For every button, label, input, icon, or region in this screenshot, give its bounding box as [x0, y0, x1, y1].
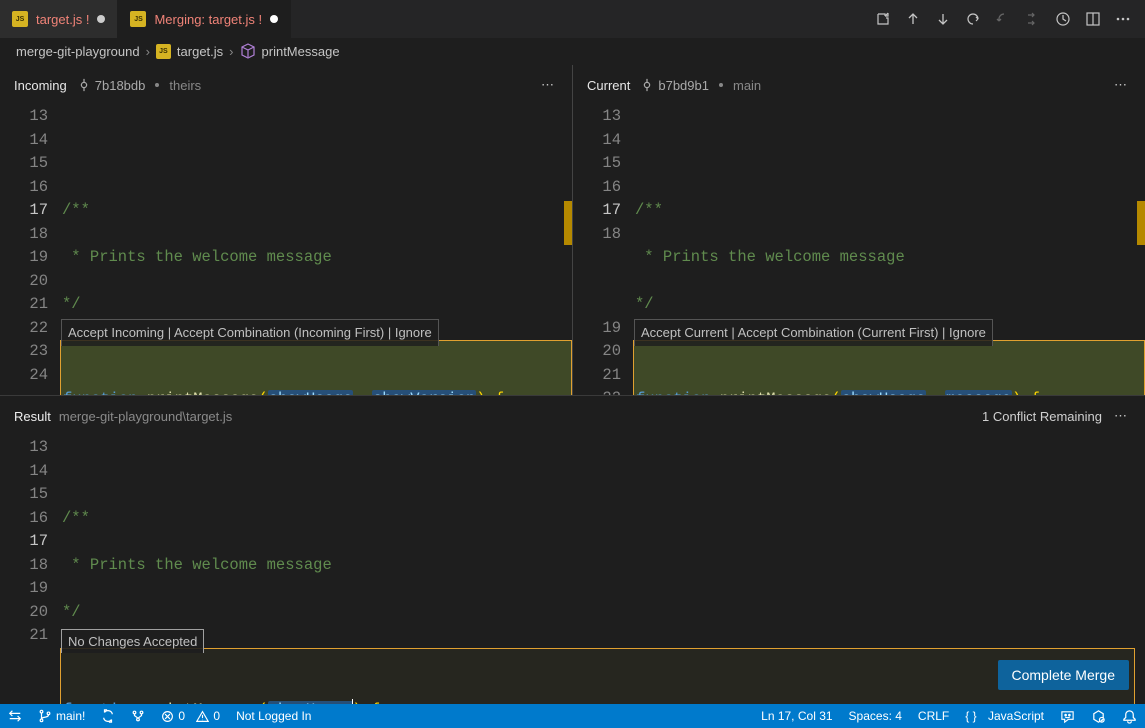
notifications-icon[interactable]: [1114, 704, 1145, 728]
login-status[interactable]: Not Logged In: [228, 704, 319, 728]
result-path: merge-git-playground\target.js: [59, 409, 232, 424]
arrow-left-icon: [991, 7, 1015, 31]
line-number-gutter: 131415161718192021222324: [0, 105, 60, 395]
overview-ruler-icon: [564, 201, 572, 245]
breadcrumb[interactable]: merge-git-playground › JS target.js › pr…: [0, 38, 1145, 65]
commit-icon: b7bd9b1: [640, 78, 709, 93]
bc-folder[interactable]: merge-git-playground: [16, 44, 140, 59]
bc-symbol[interactable]: printMessage: [262, 44, 340, 59]
arrow-down-icon[interactable]: [931, 7, 955, 31]
overview-ruler-icon: [1137, 201, 1145, 245]
more-icon[interactable]: [1111, 7, 1135, 31]
remote-indicator[interactable]: [0, 704, 30, 728]
cursor-position[interactable]: Ln 17, Col 31: [753, 704, 840, 728]
js-file-icon: JS: [130, 11, 146, 27]
current-code[interactable]: /** * Prints the welcome message */ Acce…: [633, 105, 1145, 395]
tab-dirty-icon: [97, 15, 105, 23]
tab-dirty-icon: [270, 15, 278, 23]
more-icon[interactable]: ⋯: [1110, 404, 1131, 428]
current-branch: main: [733, 78, 761, 93]
commit-icon: 7b18bdb: [77, 78, 146, 93]
more-icon[interactable]: ⋯: [537, 73, 558, 97]
arrow-up-icon[interactable]: [901, 7, 925, 31]
problems-button[interactable]: 0 0: [153, 704, 228, 728]
incoming-codelens[interactable]: Accept Incoming | Accept Combination (In…: [61, 319, 439, 346]
method-icon: [240, 43, 256, 59]
conflicts-remaining: 1 Conflict Remaining: [982, 409, 1102, 424]
no-changes-label: No Changes Accepted: [61, 629, 204, 654]
clock-icon[interactable]: [1051, 7, 1075, 31]
arrow-right-together-icon: [1021, 7, 1045, 31]
split-editor-icon[interactable]: [1081, 7, 1105, 31]
line-number-gutter: 131415161718192021: [0, 436, 60, 704]
open-file-icon[interactable]: [871, 7, 895, 31]
result-code[interactable]: /** * Prints the welcome message */ No C…: [60, 436, 1145, 704]
tweet-feedback-icon[interactable]: [1052, 704, 1083, 728]
tab-merging[interactable]: JS Merging: target.js !: [118, 0, 291, 38]
js-file-icon: JS: [12, 11, 28, 27]
undo-icon[interactable]: [961, 7, 985, 31]
source-control-graph[interactable]: [123, 704, 153, 728]
result-label: Result: [14, 409, 51, 424]
incoming-label: Incoming: [14, 78, 67, 93]
line-number-gutter: 131415161718 19202122: [573, 105, 633, 395]
sync-button[interactable]: [93, 704, 123, 728]
current-codelens[interactable]: Accept Current | Accept Combination (Cur…: [634, 319, 993, 346]
bc-file[interactable]: target.js: [177, 44, 223, 59]
incoming-branch: theirs: [169, 78, 201, 93]
js-file-icon: JS: [156, 44, 171, 59]
branch-status[interactable]: main!: [30, 704, 93, 728]
current-label: Current: [587, 78, 630, 93]
tab-title: Merging: target.js !: [154, 12, 262, 27]
incoming-code[interactable]: /** * Prints the welcome message */ Acce…: [60, 105, 572, 395]
tab-title: target.js !: [36, 12, 89, 27]
tab-target[interactable]: JS target.js !: [0, 0, 118, 38]
language-mode[interactable]: { } JavaScript: [957, 704, 1052, 728]
eol[interactable]: CRLF: [910, 704, 957, 728]
prettier-icon[interactable]: [1083, 704, 1114, 728]
more-icon[interactable]: ⋯: [1110, 73, 1131, 97]
indentation[interactable]: Spaces: 4: [841, 704, 910, 728]
complete-merge-button[interactable]: Complete Merge: [998, 660, 1130, 690]
